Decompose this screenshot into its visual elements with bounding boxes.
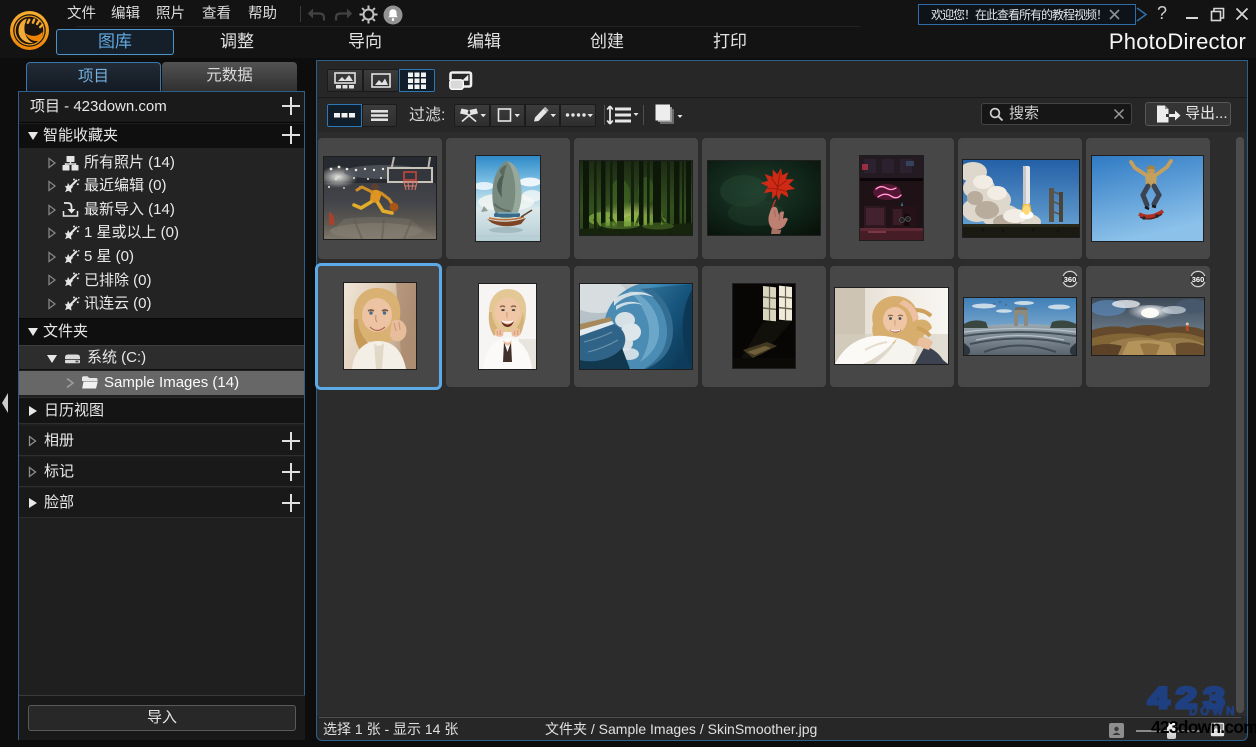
svg-text:360: 360 — [1192, 275, 1205, 284]
svg-text:360: 360 — [1064, 275, 1077, 284]
